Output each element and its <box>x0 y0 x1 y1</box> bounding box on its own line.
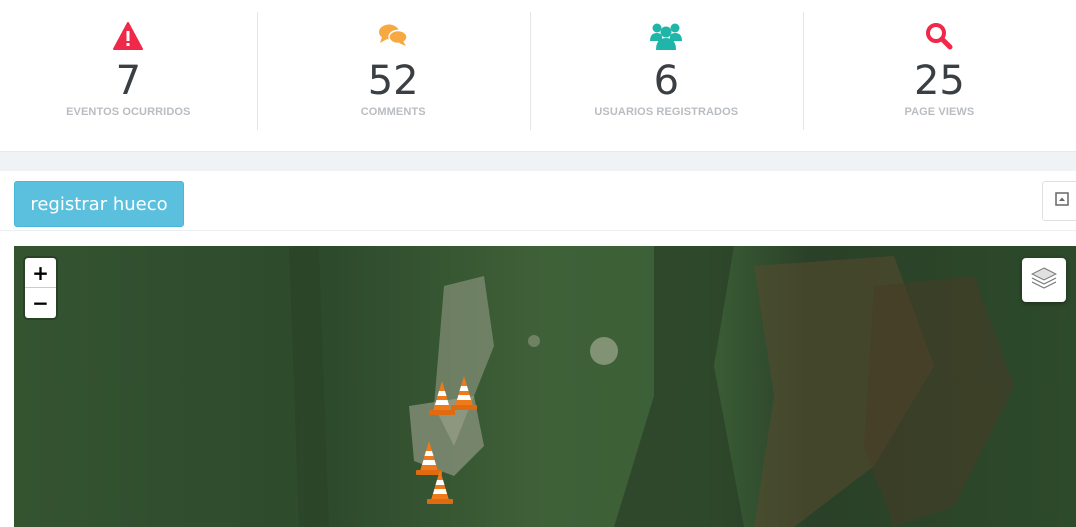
collapse-button[interactable] <box>1042 181 1076 221</box>
traffic-cone-icon[interactable] <box>449 374 479 412</box>
stat-events: 7 EVENTOS OCURRIDOS <box>0 0 257 152</box>
stat-label: USUARIOS REGISTRADOS <box>594 106 739 118</box>
stat-label: PAGE VIEWS <box>904 106 975 118</box>
stat-value: 6 <box>653 58 680 104</box>
stat-page-views: 25 PAGE VIEWS <box>802 0 1076 152</box>
stat-label: EVENTOS OCURRIDOS <box>66 106 191 118</box>
stat-value: 52 <box>367 58 419 104</box>
section-divider <box>0 152 1076 171</box>
stat-value: 25 <box>913 58 965 104</box>
stat-users: 6 USUARIOS REGISTRADOS <box>529 0 803 152</box>
layers-icon <box>1030 265 1058 296</box>
warning-icon <box>112 20 144 52</box>
zoom-control: + − <box>25 258 56 318</box>
users-icon <box>650 20 683 52</box>
stat-label: COMMENTS <box>360 106 426 118</box>
zoom-in-button[interactable]: + <box>25 258 56 288</box>
map-imagery <box>14 246 1076 527</box>
stat-comments: 52 COMMENTS <box>256 0 530 152</box>
satellite-map[interactable]: + − <box>14 246 1076 527</box>
stat-value: 7 <box>115 58 142 104</box>
panel-header: registrar hueco <box>0 171 1076 231</box>
traffic-cone-icon[interactable] <box>425 468 455 506</box>
stats-bar: 7 EVENTOS OCURRIDOS 52 COMMENTS 6 USUARI… <box>0 0 1076 152</box>
layers-button[interactable] <box>1022 258 1066 302</box>
comments-icon <box>377 20 409 52</box>
map-panel: registrar hueco + − <box>0 171 1076 527</box>
collapse-icon <box>1055 191 1069 211</box>
search-icon <box>923 20 955 52</box>
zoom-out-button[interactable]: − <box>25 288 56 318</box>
register-pothole-button[interactable]: registrar hueco <box>14 181 184 227</box>
